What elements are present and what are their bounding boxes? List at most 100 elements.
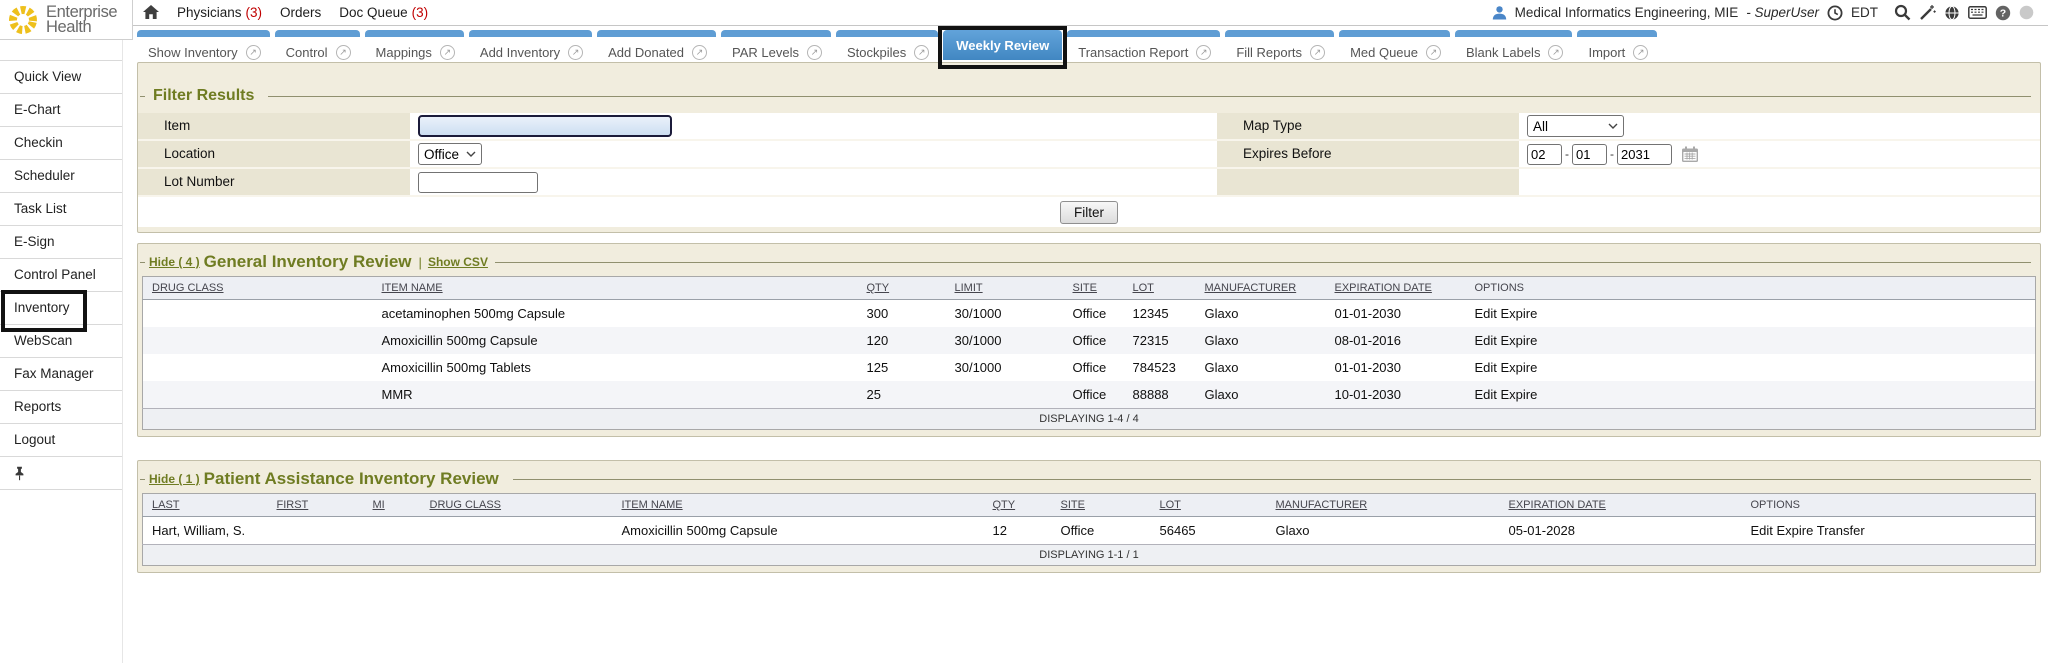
map-type-select[interactable]: All <box>1527 115 1624 137</box>
popup-arrow-icon[interactable]: ↗ <box>440 45 455 60</box>
popup-arrow-icon[interactable]: ↗ <box>336 45 351 60</box>
sidebar-item-checkin[interactable]: Checkin <box>0 127 122 160</box>
sidebar-item-fax-manager[interactable]: Fax Manager <box>0 358 122 391</box>
popup-arrow-icon[interactable]: ↗ <box>914 45 929 60</box>
tab-import[interactable]: Import↗ <box>1577 30 1657 60</box>
column-header-site[interactable]: SITE <box>1064 277 1124 300</box>
popup-arrow-icon[interactable]: ↗ <box>1310 45 1325 60</box>
cell-options-actions[interactable]: Edit Expire Transfer <box>1742 517 2036 545</box>
empty-field-cell <box>1519 169 2040 195</box>
popup-arrow-icon[interactable]: ↗ <box>1633 45 1648 60</box>
help-icon[interactable]: ? <box>1995 5 2011 21</box>
hide-patient-link[interactable]: Hide ( 1 ) <box>149 472 200 486</box>
nav-orders[interactable]: Orders <box>280 5 321 20</box>
sidebar-item-control-panel[interactable]: Control Panel <box>0 259 122 292</box>
expires-day-input[interactable] <box>1572 144 1607 165</box>
cell-expiration-date: 10-01-2030 <box>1326 381 1466 409</box>
patient-assistance-table: LAST FIRST MI DRUG CLASS ITEM NAME QTY S… <box>142 493 2036 566</box>
popup-arrow-icon[interactable]: ↗ <box>1426 45 1441 60</box>
sidebar-pin-toggle[interactable] <box>0 457 122 490</box>
column-header-last[interactable]: LAST <box>143 494 268 517</box>
column-header-mi[interactable]: MI <box>364 494 421 517</box>
clock-icon[interactable] <box>1827 5 1843 21</box>
cell-options-actions[interactable]: Edit Expire <box>1466 327 2036 354</box>
displaying-count: DISPLAYING 1-4 / 4 <box>143 409 2036 430</box>
tab-add-inventory[interactable]: Add Inventory↗ <box>469 30 592 60</box>
tab-add-donated[interactable]: Add Donated↗ <box>597 30 716 60</box>
tab-blank-labels[interactable]: Blank Labels↗ <box>1455 30 1572 60</box>
tab-control[interactable]: Control↗ <box>275 30 360 60</box>
filter-form: Item Map Type All Location Office Expire… <box>138 113 2040 227</box>
column-header-lot[interactable]: LOT <box>1151 494 1267 517</box>
column-header-drug-class[interactable]: DRUG CLASS <box>421 494 613 517</box>
tab-mappings[interactable]: Mappings↗ <box>365 30 464 60</box>
legend-rule <box>513 479 2031 480</box>
tab-med-queue[interactable]: Med Queue↗ <box>1339 30 1450 60</box>
keyboard-icon[interactable] <box>1968 6 1987 19</box>
cell-site: Office <box>1064 381 1124 409</box>
popup-arrow-icon[interactable]: ↗ <box>568 45 583 60</box>
sidebar-item-e-sign[interactable]: E-Sign <box>0 226 122 259</box>
account-area: Medical Informatics Engineering, MIE - S… <box>1492 4 2034 21</box>
item-input[interactable] <box>418 115 672 137</box>
popup-arrow-icon[interactable]: ↗ <box>246 45 261 60</box>
wand-icon[interactable] <box>1919 4 1936 21</box>
cell-qty: 25 <box>858 381 946 409</box>
cell-options-actions[interactable]: Edit Expire <box>1466 300 2036 328</box>
column-header-expiration-date[interactable]: EXPIRATION DATE <box>1326 277 1466 300</box>
cell-options-actions[interactable]: Edit Expire <box>1466 381 2036 409</box>
popup-arrow-icon[interactable]: ↗ <box>1196 45 1211 60</box>
home-icon[interactable] <box>143 5 159 20</box>
column-header-qty[interactable]: QTY <box>984 494 1052 517</box>
column-header-expiration-date[interactable]: EXPIRATION DATE <box>1500 494 1742 517</box>
popup-arrow-icon[interactable]: ↗ <box>1548 45 1563 60</box>
sidebar-item-reports[interactable]: Reports <box>0 391 122 424</box>
sidebar-item-logout[interactable]: Logout <box>0 424 122 457</box>
lot-number-input[interactable] <box>418 172 538 193</box>
cell-options-actions[interactable]: Edit Expire <box>1466 354 2036 381</box>
sidebar-item-e-chart[interactable]: E-Chart <box>0 94 122 127</box>
cell-manufacturer: Glaxo <box>1196 300 1326 328</box>
location-select[interactable]: Office <box>418 143 482 165</box>
filter-button[interactable]: Filter <box>1060 201 1118 224</box>
hide-general-link[interactable]: Hide ( 4 ) <box>149 255 200 269</box>
popup-arrow-icon[interactable]: ↗ <box>692 45 707 60</box>
column-header-item-name[interactable]: ITEM NAME <box>373 277 858 300</box>
cell-manufacturer: Glaxo <box>1196 327 1326 354</box>
sidebar-item-inventory[interactable]: Inventory <box>0 292 122 325</box>
cell-drug-class <box>421 517 613 545</box>
tab-weekly-review[interactable]: Weekly Review <box>943 30 1062 60</box>
sidebar-item-webscan[interactable]: WebScan <box>0 325 122 358</box>
expires-month-input[interactable] <box>1527 144 1562 165</box>
nav-doc-queue[interactable]: Doc Queue (3) <box>339 5 428 20</box>
column-header-qty[interactable]: QTY <box>858 277 946 300</box>
column-header-lot[interactable]: LOT <box>1124 277 1196 300</box>
column-header-item-name[interactable]: ITEM NAME <box>613 494 984 517</box>
sidebar-item-task-list[interactable]: Task List <box>0 193 122 226</box>
column-header-limit[interactable]: LIMIT <box>946 277 1064 300</box>
cell-drug-class <box>143 300 373 328</box>
show-csv-link[interactable]: Show CSV <box>428 255 488 269</box>
column-header-site[interactable]: SITE <box>1052 494 1151 517</box>
tab-transaction-report[interactable]: Transaction Report↗ <box>1067 30 1220 60</box>
expires-year-input[interactable] <box>1617 144 1672 165</box>
column-header-manufacturer[interactable]: MANUFACTURER <box>1196 277 1326 300</box>
calendar-icon[interactable] <box>1681 146 1699 163</box>
tab-show-inventory[interactable]: Show Inventory↗ <box>137 30 270 60</box>
tab-fill-reports[interactable]: Fill Reports↗ <box>1225 30 1334 60</box>
cell-drug-class <box>143 381 373 409</box>
column-header-drug-class[interactable]: DRUG CLASS <box>143 277 373 300</box>
popup-arrow-icon[interactable]: ↗ <box>807 45 822 60</box>
sidebar-item-scheduler[interactable]: Scheduler <box>0 160 122 193</box>
nav-physicians[interactable]: Physicians (3) <box>177 5 262 20</box>
presence-status-icon[interactable] <box>2019 5 2034 20</box>
column-header-options: OPTIONS <box>1466 277 2036 300</box>
sidebar-item-quick-view[interactable]: Quick View <box>0 61 122 94</box>
column-header-manufacturer[interactable]: MANUFACTURER <box>1267 494 1500 517</box>
user-icon[interactable] <box>1492 5 1507 20</box>
tab-stockpiles[interactable]: Stockpiles↗ <box>836 30 938 60</box>
search-icon[interactable] <box>1894 4 1911 21</box>
tab-par-levels[interactable]: PAR Levels↗ <box>721 30 831 60</box>
column-header-first[interactable]: FIRST <box>268 494 364 517</box>
globe-icon[interactable] <box>1944 5 1960 21</box>
